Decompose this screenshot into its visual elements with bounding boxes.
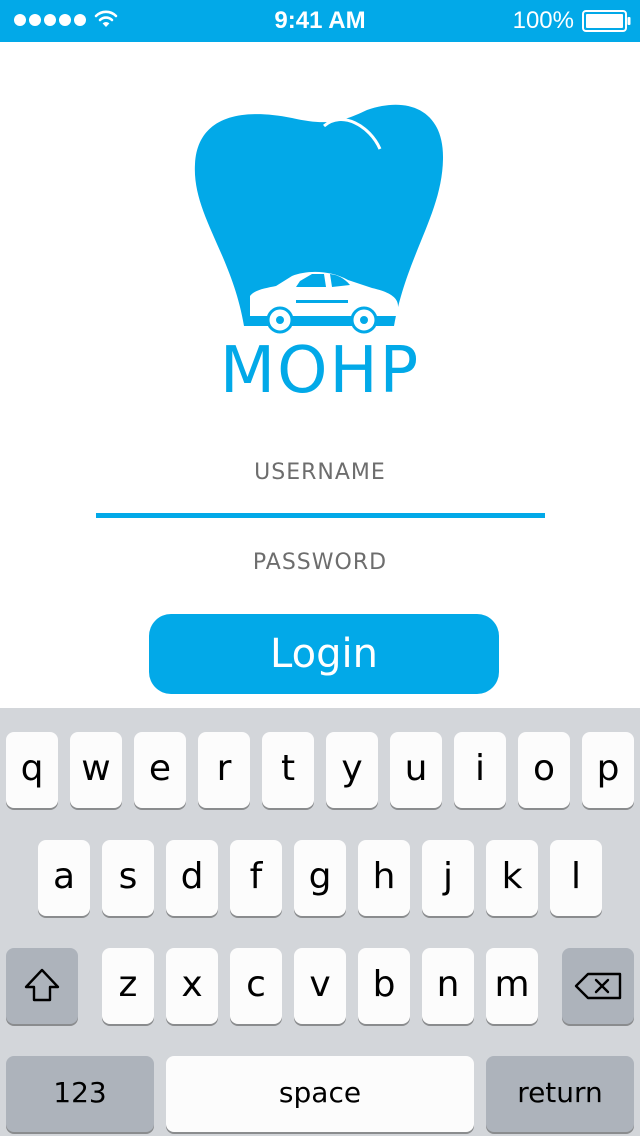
key-q[interactable]: q [6,732,58,808]
battery-percent: 100% [512,7,574,34]
keyboard: q w e r t y u i o p a s d f g h j k l z … [0,708,640,1136]
space-key[interactable]: space [166,1056,474,1132]
key-t[interactable]: t [262,732,314,808]
key-a[interactable]: a [38,840,90,916]
key-i[interactable]: i [454,732,506,808]
shift-key[interactable] [6,948,78,1024]
status-bar: 9:41 AM 100% [0,0,640,42]
numbers-key[interactable]: 123 [6,1056,154,1132]
key-l[interactable]: l [550,840,602,916]
key-m[interactable]: m [486,948,538,1024]
key-r[interactable]: r [198,732,250,808]
shift-icon [24,968,60,1002]
username-underline [96,513,545,518]
tooth-logo-icon [194,104,444,334]
key-j[interactable]: j [422,840,474,916]
key-u[interactable]: u [390,732,442,808]
key-s[interactable]: s [102,840,154,916]
key-o[interactable]: o [518,732,570,808]
backspace-icon [574,972,622,1000]
key-d[interactable]: d [166,840,218,916]
key-p[interactable]: p [582,732,634,808]
return-key[interactable]: return [486,1056,634,1132]
password-field[interactable]: PASSWORD [0,550,640,575]
key-e[interactable]: e [134,732,186,808]
key-z[interactable]: z [102,948,154,1024]
key-b[interactable]: b [358,948,410,1024]
key-y[interactable]: y [326,732,378,808]
key-w[interactable]: w [70,732,122,808]
key-x[interactable]: x [166,948,218,1024]
key-g[interactable]: g [294,840,346,916]
key-h[interactable]: h [358,840,410,916]
key-f[interactable]: f [230,840,282,916]
key-v[interactable]: v [294,948,346,1024]
key-c[interactable]: c [230,948,282,1024]
key-n[interactable]: n [422,948,474,1024]
backspace-key[interactable] [562,948,634,1024]
key-k[interactable]: k [486,840,538,916]
app-logo-text: MOHP [219,334,421,408]
username-field[interactable]: USERNAME [0,460,640,485]
login-button[interactable]: Login [149,614,499,694]
battery-icon [582,10,631,32]
